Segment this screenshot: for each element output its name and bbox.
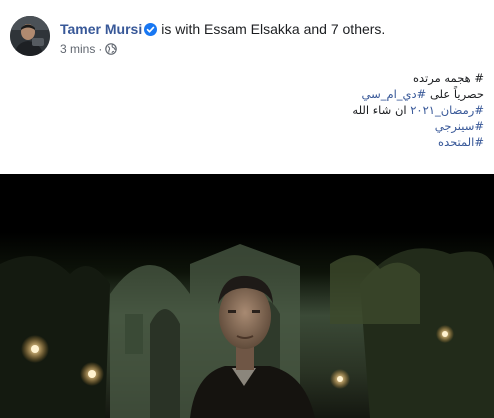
post-line-2-text: حصرياً على — [426, 87, 484, 101]
post-line-2: حصرياً على #دي_ام_سي — [14, 86, 485, 102]
video-player[interactable] — [0, 174, 494, 418]
post-message: # هجمه مرتده حصرياً على #دي_ام_سي #رمضان… — [14, 70, 484, 150]
post-meta: 3 mins · — [60, 42, 118, 58]
post-timestamp[interactable]: 3 mins — [60, 42, 95, 56]
post-author-line: Tamer Mursi is with Essam Elsakka and 7 o… — [60, 21, 385, 39]
hashtag-united[interactable]: #المتحده — [438, 135, 484, 149]
meta-separator: · — [98, 42, 103, 56]
post-line-3: #رمضان_٢٠٢١ ان شاء الله — [14, 102, 484, 118]
post-line-3-text: ان شاء الله — [352, 103, 411, 117]
avatar-photo — [10, 16, 50, 56]
hashtag-dmc[interactable]: #دي_ام_سي — [362, 87, 427, 101]
hashtag-synergy[interactable]: #سينرجي — [435, 119, 484, 133]
author-avatar[interactable] — [10, 16, 50, 56]
author-name[interactable]: Tamer Mursi — [60, 21, 142, 37]
post-line-5: #المتحده — [14, 134, 484, 150]
post-header: Tamer Mursi is with Essam Elsakka and 7 o… — [0, 0, 494, 66]
verified-badge-icon — [144, 23, 158, 39]
video-frame — [0, 174, 494, 418]
post-line-1: # هجمه مرتده — [412, 71, 484, 85]
globe-icon[interactable] — [105, 43, 118, 58]
hashtag-ramadan[interactable]: #رمضان_٢٠٢١ — [410, 103, 484, 117]
post-line-4: #سينرجي — [14, 118, 484, 134]
tagged-with-text[interactable]: is with Essam Elsakka and 7 others. — [161, 21, 385, 37]
